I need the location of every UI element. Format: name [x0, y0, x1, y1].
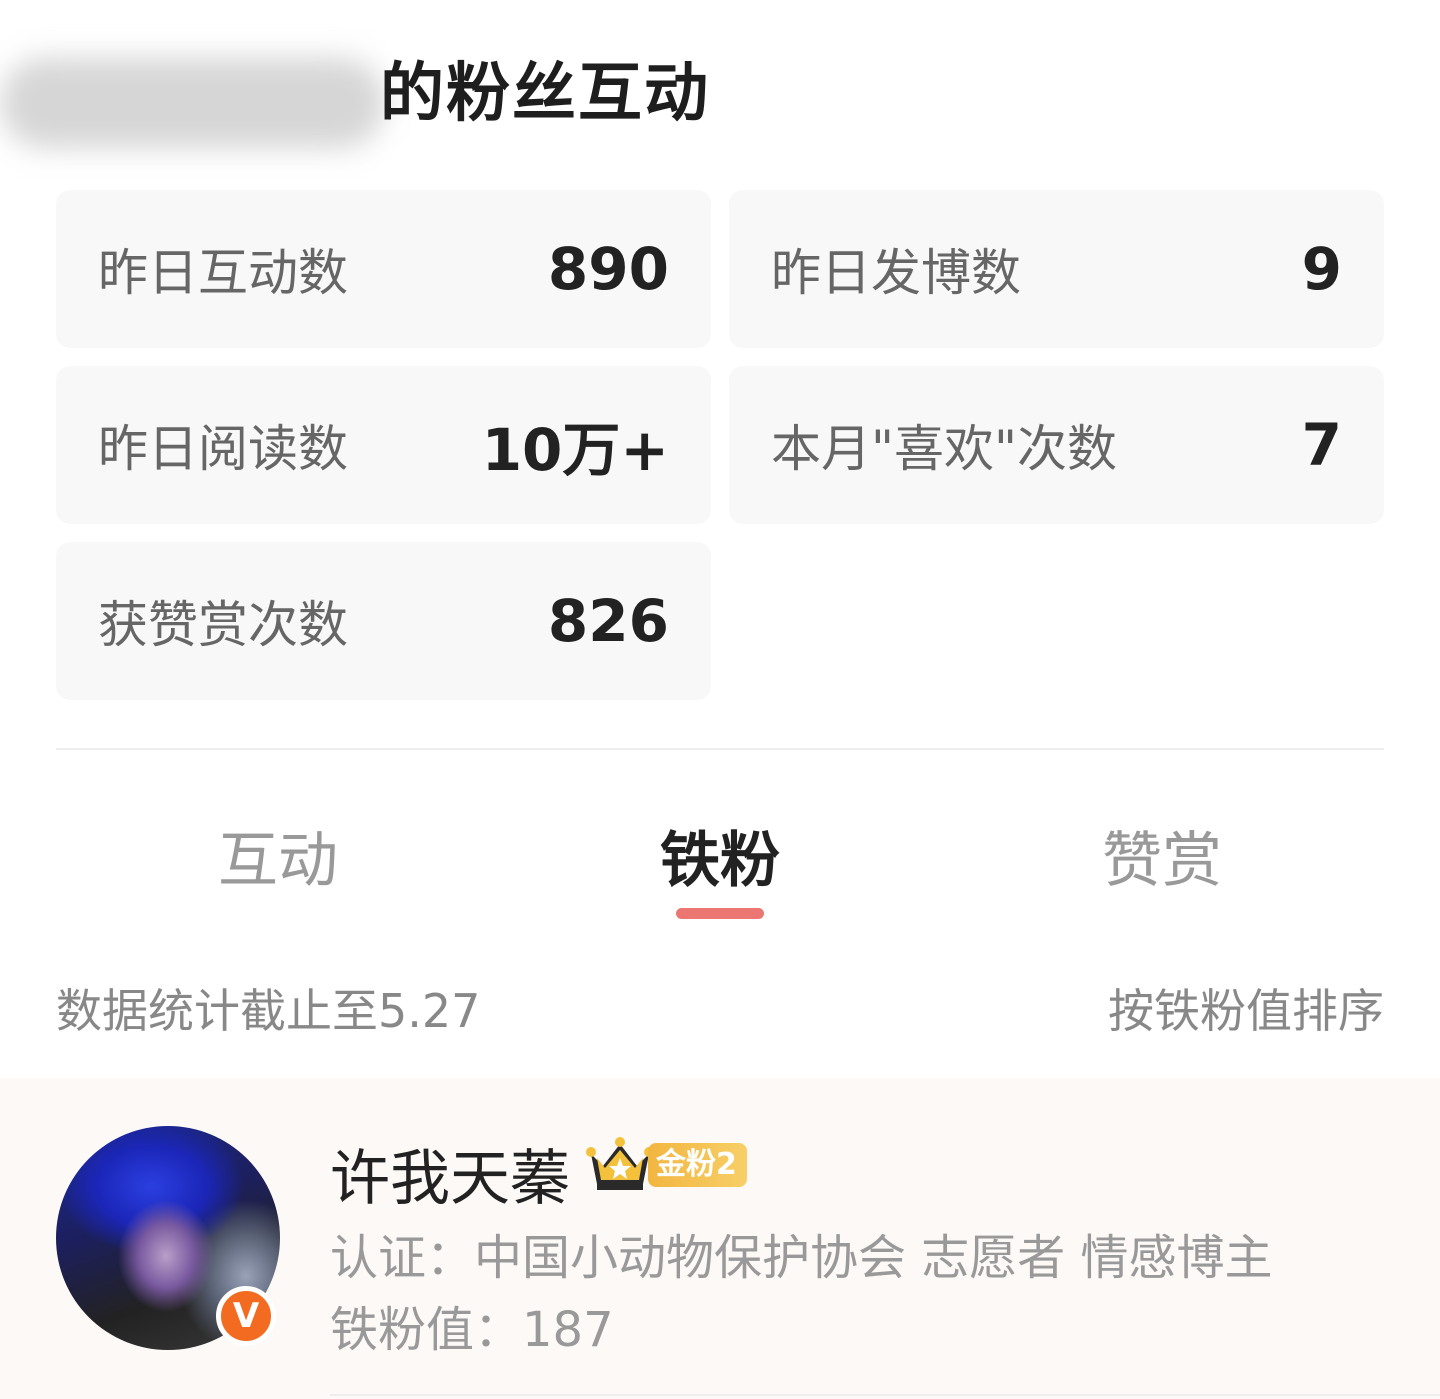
- stat-card-rewards: 获赞赏次数 826: [56, 542, 711, 700]
- stat-card-reads: 昨日阅读数 10万+: [56, 366, 711, 524]
- stat-label: 昨日互动数: [98, 244, 348, 302]
- stat-card-likes: 本月"喜欢"次数 7: [729, 366, 1384, 524]
- verified-badge-icon: V: [216, 1286, 276, 1346]
- stat-label: 获赞赏次数: [98, 596, 348, 654]
- row-divider: [330, 1394, 1440, 1396]
- fan-name[interactable]: 许我天蓁: [330, 1130, 570, 1217]
- stat-label: 本月"喜欢"次数: [771, 420, 1117, 478]
- stat-value: 7: [1301, 411, 1342, 479]
- stat-card-posts: 昨日发博数 9: [729, 190, 1384, 348]
- tab-bar: 互动 铁粉 赞赏: [56, 790, 1384, 930]
- stat-card-interactions: 昨日互动数 890: [56, 190, 711, 348]
- stat-cutoff-text: 数据统计截止至5.27: [56, 984, 481, 1038]
- page-title: 的粉丝互动: [380, 57, 710, 131]
- stat-value: 9: [1301, 235, 1342, 303]
- tab-iron-fans[interactable]: 铁粉: [570, 812, 870, 899]
- fan-certification: 认证：中国小动物保护协会 志愿者 情感博主: [330, 1230, 1273, 1286]
- stat-label: 昨日发博数: [771, 244, 1021, 302]
- sort-button[interactable]: 按铁粉值排序: [1108, 975, 1384, 1041]
- fan-iron-value: 铁粉值：187: [330, 1302, 614, 1358]
- stat-value: 890: [547, 235, 669, 303]
- fan-level-badge: 金粉2: [648, 1143, 747, 1187]
- active-tab-indicator: [676, 908, 764, 919]
- tab-rewards[interactable]: 赞赏: [1012, 812, 1312, 899]
- crown-icon: [586, 1137, 654, 1190]
- stat-value: 826: [547, 587, 669, 655]
- tab-interaction[interactable]: 互动: [128, 812, 428, 899]
- stat-label: 昨日阅读数: [98, 420, 348, 478]
- blurred-username: [0, 58, 385, 148]
- fan-list-item[interactable]: V 许我天蓁 金粉2 认证：中国小动物保护协会 志愿者 情感博主 铁粉值：187: [0, 1078, 1440, 1399]
- list-meta: 数据统计截止至5.27 按铁粉值排序: [56, 975, 1384, 1039]
- section-divider: [56, 748, 1384, 750]
- stat-value: 10万+: [481, 416, 669, 484]
- page-header: 的粉丝互动: [0, 40, 1440, 150]
